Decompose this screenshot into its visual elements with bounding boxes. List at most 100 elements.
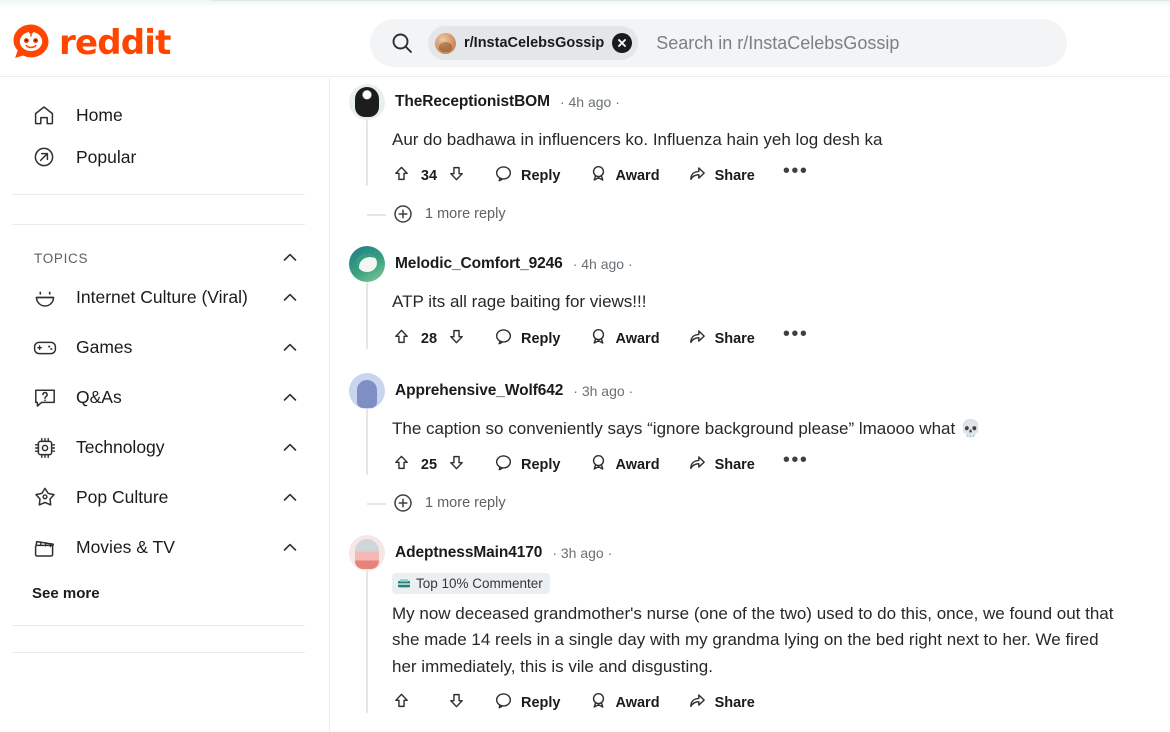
- browser-top-strip: [0, 0, 1170, 7]
- share-button[interactable]: Share: [688, 453, 755, 477]
- more-replies-button[interactable]: 1 more reply: [345, 196, 1170, 232]
- chevron-up-icon[interactable]: [279, 387, 301, 409]
- avatar[interactable]: [349, 84, 385, 120]
- share-button[interactable]: Share: [688, 327, 755, 351]
- reply-button[interactable]: Reply: [494, 691, 561, 715]
- left-sidebar: Home Popular TOPICS Internet Culture (Vi…: [0, 78, 330, 732]
- topics-section-header[interactable]: TOPICS: [34, 247, 301, 269]
- search-subreddit-chip[interactable]: r/InstaCelebsGossip: [428, 26, 639, 60]
- chip-icon: [32, 435, 58, 461]
- sidebar-item-qas[interactable]: Q&As: [10, 373, 319, 423]
- popular-arrow-icon: [32, 145, 56, 169]
- comment-header: Melodic_Comfort_9246 · 4h ago ·: [345, 244, 1170, 284]
- comment-item: TheReceptionistBOM · 4h ago · Aur do bad…: [331, 82, 1170, 232]
- chevron-up-icon[interactable]: [279, 487, 301, 509]
- comment-score: 25: [420, 457, 438, 474]
- downvote-arrow-icon[interactable]: [447, 453, 466, 477]
- sidebar-item-technology[interactable]: Technology: [10, 423, 319, 473]
- vote-group: 25: [392, 453, 466, 477]
- comment-text: The caption so conveniently says “ignore…: [392, 418, 982, 438]
- more-replies-button[interactable]: 1 more reply: [345, 485, 1170, 521]
- thread-line[interactable]: [366, 120, 368, 187]
- sidebar-item-label: Games: [76, 337, 133, 358]
- share-arrow-icon: [688, 327, 707, 351]
- sidebar-item-popular[interactable]: Popular: [10, 136, 319, 178]
- avatar[interactable]: [349, 246, 385, 283]
- plus-circle-icon: [392, 492, 414, 514]
- more-options-icon[interactable]: •••: [783, 450, 809, 470]
- thread-line[interactable]: [366, 571, 368, 714]
- status-badge[interactable]: Top 10% Commenter: [392, 573, 550, 595]
- award-button[interactable]: Award: [589, 691, 660, 715]
- more-replies-label: 1 more reply: [425, 495, 506, 512]
- chevron-up-icon[interactable]: [279, 287, 301, 309]
- plus-circle-icon: [392, 203, 414, 225]
- upvote-arrow-icon[interactable]: [392, 164, 411, 188]
- award-button[interactable]: Award: [589, 327, 660, 351]
- share-label: Share: [714, 695, 755, 712]
- reply-label: Reply: [521, 457, 561, 474]
- chevron-up-icon[interactable]: [279, 247, 301, 269]
- search-bar[interactable]: r/InstaCelebsGossip Search in r/InstaCel…: [370, 19, 1067, 67]
- award-icon: [589, 164, 608, 188]
- comment-actions: 28 Reply Award Share •••: [392, 319, 1170, 359]
- reply-button[interactable]: Reply: [494, 327, 561, 351]
- comment-actions: 25 Reply Award Share •••: [392, 445, 1170, 485]
- comment-timestamp: · 4h ago ·: [572, 256, 633, 273]
- sidebar-item-label: Popular: [76, 146, 137, 167]
- downvote-arrow-icon[interactable]: [447, 327, 466, 351]
- comment-body: Top 10% Commenter My now deceased grandm…: [345, 571, 1170, 723]
- sidebar-item-label: Technology: [76, 437, 165, 458]
- comment-timestamp: · 3h ago ·: [552, 545, 613, 562]
- thread-line[interactable]: [366, 408, 368, 476]
- chevron-up-icon[interactable]: [279, 337, 301, 359]
- reddit-snoo-logo-icon: [10, 21, 52, 63]
- sidebar-item-movies-tv[interactable]: Movies & TV: [10, 523, 319, 573]
- comment-author[interactable]: TheReceptionistBOM: [395, 93, 550, 111]
- comments-list: TheReceptionistBOM · 4h ago · Aur do bad…: [331, 78, 1170, 732]
- site-header: reddit r/InstaCelebsGossip Search in r/I…: [0, 7, 1170, 77]
- award-button[interactable]: Award: [589, 164, 660, 188]
- reply-label: Reply: [521, 330, 561, 347]
- upvote-arrow-icon[interactable]: [392, 453, 411, 477]
- comment-header: Apprehensive_Wolf642 · 3h ago ·: [345, 371, 1170, 411]
- upvote-arrow-icon[interactable]: [392, 327, 411, 351]
- reply-button[interactable]: Reply: [494, 453, 561, 477]
- chevron-up-icon[interactable]: [279, 437, 301, 459]
- avatar[interactable]: [349, 535, 385, 572]
- comment-score: 28: [420, 330, 438, 347]
- sidebar-divider: [12, 625, 305, 626]
- upvote-arrow-icon[interactable]: [392, 691, 411, 715]
- comment-author[interactable]: Apprehensive_Wolf642: [395, 382, 563, 400]
- more-options-icon[interactable]: •••: [783, 161, 809, 181]
- comment-author[interactable]: AdeptnessMain4170: [395, 544, 542, 562]
- thread-line[interactable]: [366, 282, 368, 349]
- question-bubble-icon: [32, 385, 58, 411]
- share-label: Share: [714, 457, 755, 474]
- search-chip-label: r/InstaCelebsGossip: [464, 35, 605, 51]
- sidebar-item-internet-culture[interactable]: Internet Culture (Viral): [10, 273, 319, 323]
- avatar[interactable]: [349, 372, 385, 409]
- sidebar-item-home[interactable]: Home: [10, 94, 319, 136]
- chevron-up-icon[interactable]: [279, 537, 301, 559]
- sidebar-item-games[interactable]: Games: [10, 323, 319, 373]
- reply-button[interactable]: Reply: [494, 164, 561, 188]
- award-button[interactable]: Award: [589, 453, 660, 477]
- share-button[interactable]: Share: [688, 691, 755, 715]
- share-arrow-icon: [688, 164, 707, 188]
- search-input[interactable]: Search in r/InstaCelebsGossip: [656, 33, 899, 54]
- downvote-arrow-icon[interactable]: [447, 691, 466, 715]
- comment-author[interactable]: Melodic_Comfort_9246: [395, 255, 563, 273]
- sidebar-divider: [12, 194, 305, 195]
- comment-text: Aur do badhawa in influencers ko. Influe…: [392, 130, 883, 149]
- share-button[interactable]: Share: [688, 164, 755, 188]
- more-options-icon[interactable]: •••: [783, 324, 809, 344]
- sidebar-item-label: Movies & TV: [76, 537, 175, 558]
- award-label: Award: [615, 330, 660, 347]
- sidebar-item-pop-culture[interactable]: Pop Culture: [10, 473, 319, 523]
- close-icon[interactable]: [612, 33, 633, 53]
- downvote-arrow-icon[interactable]: [447, 164, 466, 188]
- see-more-button[interactable]: See more: [32, 585, 100, 602]
- subreddit-avatar: [435, 32, 456, 54]
- reddit-logo-link[interactable]: reddit: [10, 18, 171, 66]
